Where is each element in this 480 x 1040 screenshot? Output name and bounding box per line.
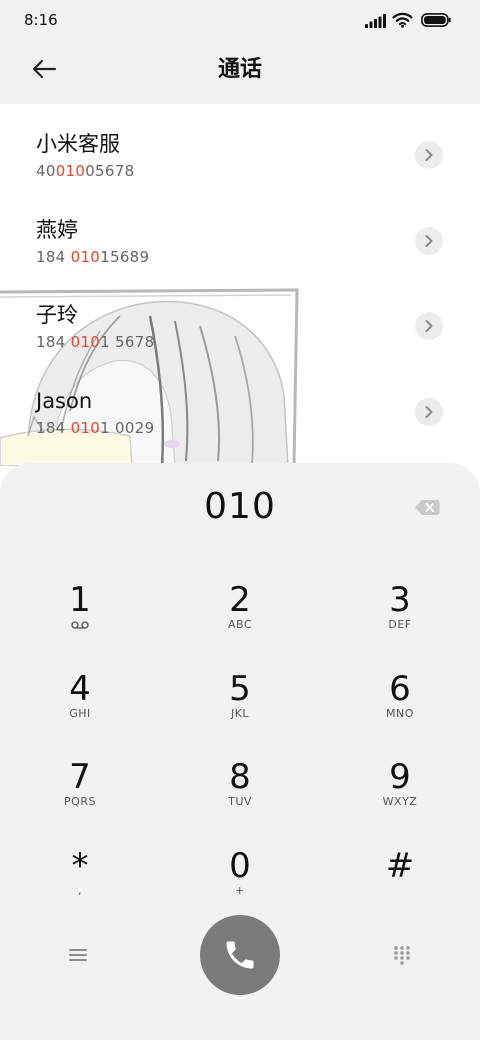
voicemail-icon: [71, 621, 89, 629]
chevron-right-icon: [425, 320, 433, 332]
backspace-button[interactable]: [410, 495, 444, 519]
contact-detail-button[interactable]: [415, 312, 443, 340]
contact-detail-button[interactable]: [415, 226, 443, 255]
dial-key-2[interactable]: 2 ABC: [160, 560, 320, 648]
key-digit: 7: [69, 757, 91, 797]
key-letters: MNO: [386, 706, 414, 720]
chevron-right-icon: [425, 149, 433, 161]
contact-name: 燕婷: [36, 217, 78, 242]
contact-row[interactable]: 子玲 184 0101 5678: [0, 283, 480, 368]
call-button[interactable]: [200, 915, 280, 995]
key-letters: +: [235, 883, 245, 897]
number-suffix: 05678: [85, 162, 135, 180]
dial-key-9[interactable]: 9 WXYZ: [320, 737, 480, 825]
battery-icon: [421, 13, 451, 27]
key-digit: 2: [229, 580, 251, 620]
contact-row[interactable]: 小米客服 4001005678: [0, 112, 480, 197]
dial-key-1[interactable]: 1: [0, 560, 160, 648]
chevron-right-icon: [425, 405, 433, 418]
dial-key-6[interactable]: 6 MNO: [320, 649, 480, 737]
page-title: 通话: [217, 57, 262, 82]
contact-name: Jason: [36, 388, 93, 413]
contact-detail-button[interactable]: [415, 397, 443, 426]
status-bar: 8:16: [0, 0, 480, 40]
key-digit: 8: [229, 757, 251, 797]
key-letters: TUV: [228, 795, 252, 808]
dial-key-star[interactable]: * ,: [0, 826, 160, 914]
dial-key-3[interactable]: 3 DEF: [320, 560, 480, 648]
dialpad-icon: [394, 946, 410, 965]
key-digit: 6: [389, 668, 411, 709]
contact-name: 子玲: [36, 303, 78, 327]
number-suffix: 1 5678: [100, 333, 155, 351]
dial-key-8[interactable]: 8 TUV: [160, 737, 320, 825]
number-prefix: 184: [36, 418, 71, 437]
dial-key-4[interactable]: 4 GHI: [0, 649, 160, 737]
dial-key-7[interactable]: 7 PQRS: [0, 737, 160, 825]
key-letters: GHI: [69, 706, 91, 720]
key-letters: DEF: [388, 618, 412, 631]
contact-name: 小米客服: [36, 132, 120, 156]
contact-number: 4001005678: [36, 161, 134, 181]
key-digit: 9: [389, 757, 411, 797]
phone-icon: [226, 941, 254, 969]
key-digit: #: [385, 845, 415, 886]
key-digit: 5: [229, 668, 251, 709]
signal-icon: [365, 14, 386, 28]
key-digit: 3: [389, 580, 411, 620]
wifi-icon: [392, 12, 413, 28]
backspace-icon: [415, 499, 440, 515]
chevron-right-icon: [425, 234, 433, 247]
dial-key-hash[interactable]: #: [320, 826, 480, 914]
number-prefix: 40: [36, 162, 56, 180]
key-digit: 1: [69, 580, 91, 620]
menu-icon: [69, 949, 87, 961]
number-prefix: 184: [36, 247, 71, 266]
key-letters: PQRS: [64, 795, 96, 808]
contact-detail-button[interactable]: [415, 141, 443, 169]
dial-key-5[interactable]: 5 JKL: [160, 649, 320, 737]
contact-row[interactable]: 燕婷 184 01015689: [0, 198, 480, 283]
key-letters: JKL: [230, 706, 250, 720]
number-suffix: 1 0029: [100, 418, 155, 437]
key-digit: 0: [229, 845, 251, 886]
status-time: 8:16: [24, 11, 58, 29]
number-prefix: 184: [36, 333, 71, 351]
number-match-highlight: 010: [70, 333, 101, 351]
number-match-highlight: 010: [70, 247, 101, 266]
contact-suggestion-list: 小米客服 4001005678 燕婷 184 01015689 子玲 184 0…: [0, 104, 480, 504]
dial-key-0[interactable]: 0 +: [160, 826, 320, 914]
contact-number: 184 01015689: [36, 247, 149, 267]
contact-row[interactable]: Jason 184 0101 0029: [0, 369, 480, 454]
key-digit: 4: [69, 668, 91, 709]
number-suffix: 15689: [100, 247, 150, 266]
contact-number: 184 0101 0029: [36, 418, 154, 438]
dialpad-toggle-button[interactable]: [386, 939, 418, 971]
dialpad-panel: 010 1 2 ABC 3 DEF 4 GHI 5 JKL 6 MNO 7 PQ…: [0, 463, 480, 1040]
dialed-number-display[interactable]: 010: [60, 487, 420, 527]
key-letters: ,: [78, 883, 82, 897]
menu-button[interactable]: [62, 939, 94, 971]
key-letters: WXYZ: [382, 795, 418, 808]
key-letters: ABC: [227, 618, 253, 631]
app-header: 通话: [0, 40, 480, 104]
contact-number: 184 0101 5678: [36, 332, 154, 352]
number-match-highlight: 010: [70, 418, 101, 437]
number-match-highlight: 010: [55, 162, 86, 180]
key-digit: *: [71, 845, 89, 886]
